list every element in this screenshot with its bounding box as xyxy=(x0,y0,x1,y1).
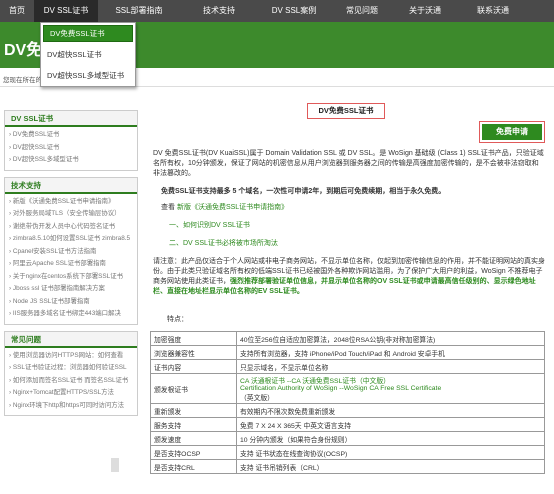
nav-faq[interactable]: 常见问题 xyxy=(330,0,394,22)
table-cell-label: 浏览器兼容性 xyxy=(150,345,237,360)
table-row: 是否支持OCSP 支持 证书状态在线查询协议(OCSP) xyxy=(150,445,545,460)
guide-link[interactable]: 新版《沃通免费SSL证书申请指南》 xyxy=(177,204,288,211)
sidebar-link[interactable]: › Node JS SSL证书部署指南 xyxy=(5,296,137,309)
table-row: 加密强度 40位至256位自适应加密算法，2048位RSA公钥(非对称加密算法) xyxy=(150,331,545,346)
features-label: 特点： xyxy=(167,316,188,323)
table-cell-value: 支持 证书吊销列表（CRL） xyxy=(236,459,545,474)
table-cell-value: 有效期内不限次数免费重新颁发 xyxy=(236,403,545,418)
sidebar-faq-title: 常见问题 xyxy=(5,331,137,348)
dropdown-item-dv-fast-multi[interactable]: DV超快SSL多域型证书 xyxy=(41,65,135,86)
table-cell-label: 颁发根证书 xyxy=(150,373,237,404)
table-row: 是否支持CRL 支持 证书吊销列表（CRL） xyxy=(150,459,545,474)
intro-paragraph: DV 免费SSL证书(DV KuaiSSL)属于 Domain Validati… xyxy=(153,150,544,177)
table-cell-label: 是否支持CRL xyxy=(150,459,237,474)
table-row: 浏览器兼容性 支持所有浏览器，支持 iPhone/iPod Touch/iPad… xyxy=(150,345,545,360)
notice-paragraph: 请注意：此产品仅适合于个人网站或非电子商务网站，不显示单位名称，仅起到加密传输信… xyxy=(153,257,545,297)
guide-prefix: 查看 xyxy=(161,204,177,211)
nav-dv-ssl[interactable]: DV SSL证书 xyxy=(34,0,98,22)
table-cell-value: 只显示域名，不显示单位名称 xyxy=(236,359,545,374)
sidebar-link[interactable]: › 使用浏览器访问HTTPS网站：如何查看 xyxy=(5,350,137,363)
table-cell-value: 支持 证书状态在线查询协议(OCSP) xyxy=(236,445,545,460)
sidebar-dv-title: DV SSL证书 xyxy=(5,111,137,127)
sidebar-link[interactable]: › 对外服务局域TLS（安全传输层协议） xyxy=(5,208,137,221)
table-cell-value: 10 分钟内颁发（如果符合身份规则） xyxy=(236,431,545,446)
table-cell-label: 重新颁发 xyxy=(150,403,237,418)
sidebar-link[interactable]: › Nginx+Tomcat配置HTTPS/SSL方法 xyxy=(5,387,137,400)
sidebar-link[interactable]: › IIS服务器多域名证书绑定443端口解决 xyxy=(5,308,137,321)
sidebar-link[interactable]: › zimbra8.5.10如何设置SSL证书 zimbra8.5 xyxy=(5,233,137,246)
root-cert-en[interactable]: Certification Authority of WoSign --WoSi… xyxy=(240,385,541,392)
sidebar-link[interactable]: › DV超快SSL多域型证书 xyxy=(5,154,137,167)
table-cell-label: 颁发速度 xyxy=(150,431,237,446)
table-cell-value: 免费 7 X 24 X 365天 中英文语言支持 xyxy=(236,417,545,432)
nav-contact[interactable]: 联系沃通 xyxy=(456,0,530,22)
table-row: 服务支持 免费 7 X 24 X 365天 中英文语言支持 xyxy=(150,417,545,432)
table-row: 重新颁发 有效期内不限次数免费重新颁发 xyxy=(150,403,545,418)
table-row: 颁发根证书 CA 沃通根证书 --CA 沃通免费SSL证书（中文版） Certi… xyxy=(150,373,545,404)
features-table: 加密强度 40位至256位自适应加密算法，2048位RSA公钥(非对称加密算法)… xyxy=(150,331,545,474)
sidebar-tech-box: 技术支持 › 新版《沃通免费SSL证书申请指南》 › 对外服务局域TLS（安全传… xyxy=(4,176,138,325)
sidebar-link[interactable]: › SSL证书验证过程：浏览器如何验证SSL xyxy=(5,362,137,375)
nav-dv-cases[interactable]: DV SSL案例 xyxy=(258,0,330,22)
sidebar-dv-box: DV SSL证书 › DV免费SSL证书 › DV超快SSL证书 › DV超快S… xyxy=(4,110,138,171)
sidebar: DV SSL证书 › DV免费SSL证书 › DV超快SSL证书 › DV超快S… xyxy=(4,110,138,422)
link-dv-eliminated[interactable]: 二、DV SSL证书必将被市场所淘汰 xyxy=(169,239,469,249)
scrollbar-thumb[interactable] xyxy=(111,458,119,472)
dv-ssl-dropdown: DV免费SSL证书 DV超快SSL证书 DV超快SSL多域型证书 xyxy=(40,22,136,87)
table-cell-value: 支持所有浏览器，支持 iPhone/iPod Touch/iPad 和 Andr… xyxy=(236,345,545,360)
link-identify-dv[interactable]: 一、如何识别DV SSL证书 xyxy=(169,221,469,231)
nav-tech-support[interactable]: 技术支持 xyxy=(180,0,258,22)
table-cell-label: 加密强度 xyxy=(150,331,237,346)
nav-about[interactable]: 关于沃通 xyxy=(394,0,456,22)
table-row: 颁发速度 10 分钟内颁发（如果符合身份规则） xyxy=(150,431,545,446)
sidebar-tech-title: 技术支持 xyxy=(5,177,137,194)
table-cell-label: 服务支持 xyxy=(150,417,237,432)
sidebar-link[interactable]: › 新版《沃通免费SSL证书申请指南》 xyxy=(5,196,137,209)
apply-button-frame: 免费申请 xyxy=(479,121,545,143)
sidebar-link[interactable]: › DV免费SSL证书 xyxy=(5,129,137,142)
sidebar-link[interactable]: › 谢绝带伪开发人员中心代码签名证书 xyxy=(5,221,137,234)
sidebar-link[interactable]: › 阿里云Apache SSL证书部署指南 xyxy=(5,258,137,271)
table-cell-value: 40位至256位自适应加密算法，2048位RSA公钥(非对称加密算法) xyxy=(236,331,545,346)
top-nav: 首页 DV SSL证书 SSL部署指南 技术支持 DV SSL案例 常见问题 关… xyxy=(0,0,554,22)
sidebar-link[interactable]: › Cpanel安装SSL证书方法指南 xyxy=(5,246,137,259)
sidebar-link[interactable]: › DV超快SSL证书 xyxy=(5,142,137,155)
nav-home[interactable]: 首页 xyxy=(0,0,34,22)
dropdown-item-dv-fast[interactable]: DV超快SSL证书 xyxy=(41,44,135,65)
nav-deploy-guide[interactable]: SSL部署指南 xyxy=(98,0,180,22)
sidebar-link[interactable]: › Nginx环境下http和https可同时访问方法 xyxy=(5,400,137,413)
sidebar-faq-box: 常见问题 › 使用浏览器访问HTTPS网站：如何查看 › SSL证书验证过程：浏… xyxy=(4,330,138,416)
table-row: 证书内容 只显示域名，不显示单位名称 xyxy=(150,359,545,374)
page-title: DV免费SSL证书 xyxy=(307,103,385,119)
root-cert-en-note: （英文版） xyxy=(240,395,274,402)
sidebar-link[interactable]: › Jboss ssl 证书部署指南解决方案 xyxy=(5,283,137,296)
sidebar-link[interactable]: › 关于nginx在centos系统下部署SSL证书 xyxy=(5,271,137,284)
sidebar-link[interactable]: › 如何添加而签名SSL证书 而签名SSL证书 xyxy=(5,375,137,388)
table-cell-value: CA 沃通根证书 --CA 沃通免费SSL证书（中文版） Certificati… xyxy=(236,373,545,404)
dropdown-item-dv-free[interactable]: DV免费SSL证书 xyxy=(43,25,133,42)
free-info-line: 免费SSL证书支持最多 5 个域名，一次性可申请2年，到期后可免费续期，相当于永… xyxy=(161,188,446,195)
root-cert-cn[interactable]: CA 沃通根证书 --CA 沃通免费SSL证书（中文版） xyxy=(240,375,541,385)
table-cell-label: 是否支持OCSP xyxy=(150,445,237,460)
table-cell-label: 证书内容 xyxy=(150,359,237,374)
guide-line: 查看 新版《沃通免费SSL证书申请指南》 xyxy=(161,203,545,213)
apply-free-button[interactable]: 免费申请 xyxy=(482,124,542,140)
